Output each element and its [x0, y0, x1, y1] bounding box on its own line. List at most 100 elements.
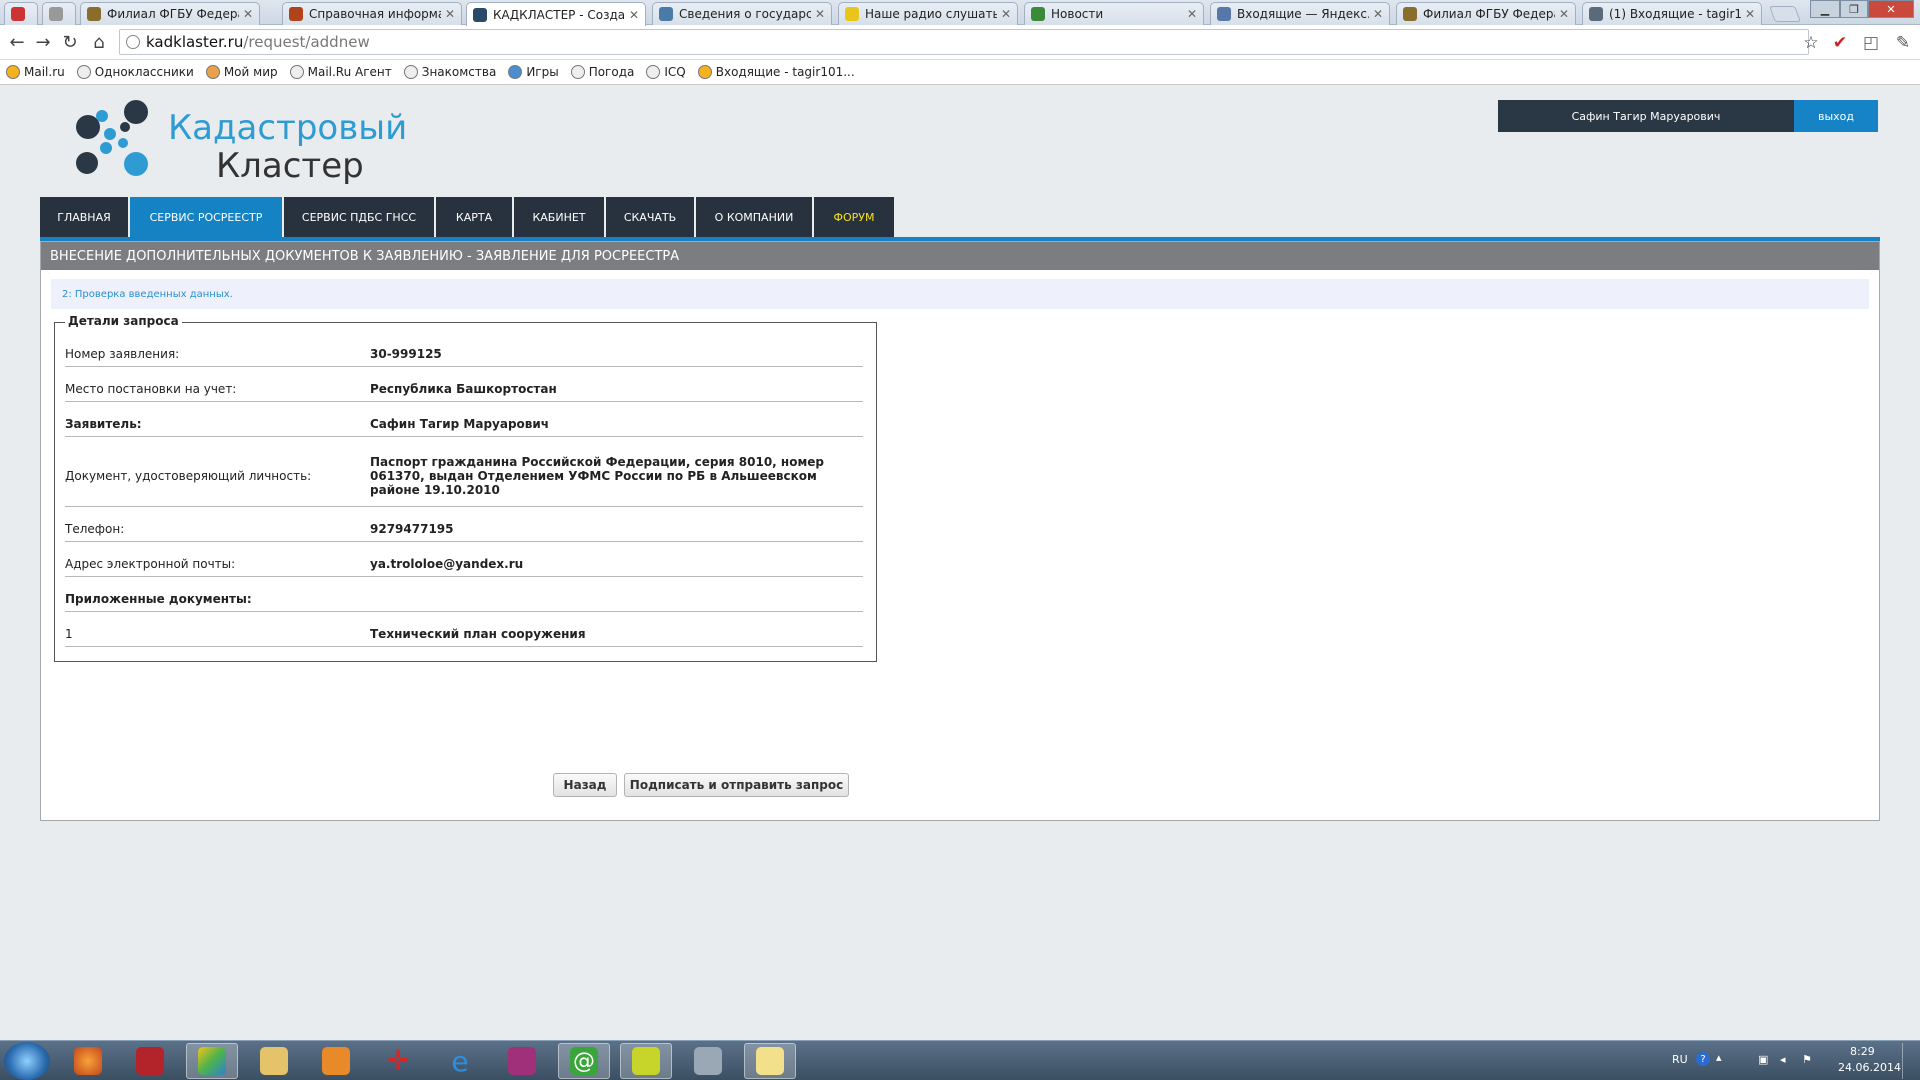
nav-item-about[interactable]: О КОМПАНИИ [696, 197, 812, 241]
sign-and-send-button[interactable]: Подписать и отправить запрос [624, 773, 849, 797]
help-icon[interactable]: ? [1696, 1052, 1710, 1066]
taskbar-item[interactable]: e [434, 1043, 486, 1079]
taskbar-item[interactable] [248, 1043, 300, 1079]
logo-text-line2: Кластер [216, 146, 364, 186]
taskbar-item-active[interactable] [186, 1043, 238, 1079]
firefox-icon [74, 1047, 102, 1075]
maximize-button[interactable]: ❐ [1840, 0, 1868, 18]
folder-icon [260, 1047, 288, 1075]
taskbar-item[interactable]: ✛ [372, 1043, 424, 1079]
taskbar-item[interactable] [310, 1043, 362, 1079]
taskbar-item[interactable] [124, 1043, 176, 1079]
show-desktop-button[interactable] [1902, 1043, 1912, 1079]
taskbar-item[interactable] [62, 1043, 114, 1079]
internet-explorer-icon: e [451, 1044, 469, 1078]
app-icon [632, 1047, 660, 1075]
address-bar[interactable]: kadklaster.ru/request/addnew [119, 29, 1809, 55]
back-arrow-icon[interactable]: ← [6, 31, 28, 53]
back-button[interactable]: Назад [553, 773, 617, 797]
tray-arrow-icon[interactable]: ▴ [1716, 1051, 1722, 1064]
flag-icon[interactable]: ⚑ [1802, 1053, 1812, 1066]
close-icon[interactable]: ✕ [1373, 7, 1383, 21]
bookmark-icon [697, 65, 712, 79]
detail-label: Телефон: [65, 521, 125, 536]
clock-time[interactable]: 8:29 [1850, 1045, 1875, 1058]
browser-tab[interactable]: Сведения о государствен✕ [652, 2, 832, 25]
bookmark-icon [289, 65, 304, 79]
close-icon[interactable]: ✕ [445, 7, 455, 21]
taskbar-item[interactable] [744, 1043, 796, 1079]
bookmark-icon [508, 65, 523, 79]
detail-value: Сафин Тагир Маруарович [370, 416, 550, 431]
language-indicator[interactable]: RU [1672, 1053, 1688, 1066]
browser-tab[interactable]: Справочная информаци✕ [282, 2, 462, 25]
nav-item-home[interactable]: ГЛАВНАЯ [40, 197, 128, 241]
close-icon[interactable]: ✕ [1187, 7, 1197, 21]
user-name[interactable]: Сафин Тагир Маруарович [1498, 100, 1794, 132]
extension-icon[interactable]: ✔ [1829, 32, 1851, 54]
taskbar-item[interactable] [496, 1043, 548, 1079]
logo-dot [96, 110, 108, 122]
close-icon[interactable]: ✕ [1559, 7, 1569, 21]
pdf-icon [136, 1047, 164, 1075]
browser-tab[interactable]: Филиал ФГБУ Федеральн✕ [80, 2, 260, 25]
taskbar-item[interactable] [682, 1043, 734, 1079]
new-tab-button[interactable] [1769, 6, 1801, 22]
nav-item-cabinet[interactable]: КАБИНЕТ [514, 197, 604, 241]
browser-tab-active[interactable]: КАДКЛАСТЕР - Создание✕ [466, 2, 646, 26]
nav-item-map[interactable]: КАРТА [436, 197, 512, 241]
forward-arrow-icon[interactable]: → [32, 31, 54, 53]
browser-tab[interactable]: Филиал ФГБУ Федеральн✕ [1396, 2, 1576, 25]
start-button[interactable] [4, 1042, 50, 1080]
taskbar-item[interactable]: @ [558, 1043, 610, 1079]
bookmark-item[interactable]: ICQ [646, 65, 686, 79]
browser-tab[interactable]: Новости ✕ [1024, 2, 1204, 25]
logout-button[interactable]: выход [1794, 100, 1878, 132]
bookmark-item[interactable]: Mail.ru [6, 65, 65, 79]
reload-icon[interactable]: ↻ [59, 31, 81, 53]
tab-pinned-mail[interactable] [4, 2, 38, 25]
nav-item-download[interactable]: СКАЧАТЬ [606, 197, 694, 241]
clock-date[interactable]: 24.06.2014 [1838, 1061, 1901, 1074]
volume-icon[interactable]: ◂ [1780, 1053, 1786, 1066]
taskbar-item[interactable] [620, 1043, 672, 1079]
close-icon[interactable]: ✕ [629, 8, 639, 22]
detail-row: Заявитель: Сафин Тагир Маруарович [65, 411, 863, 437]
bookmark-item[interactable]: Игры [508, 65, 559, 79]
bookmark-icon [76, 65, 91, 79]
logo-dot [118, 138, 128, 148]
nav-item-rosreestr[interactable]: СЕРВИС РОСРЕЕСТР [130, 197, 282, 241]
browser-tab[interactable]: Наше радио слушать он✕ [838, 2, 1018, 25]
bookmark-item[interactable]: Знакомства [403, 65, 496, 79]
nav-item-forum[interactable]: ФОРУМ [814, 197, 894, 241]
extension-icon[interactable]: ◰ [1860, 32, 1882, 54]
detail-label: Заявитель: [65, 416, 142, 431]
nav-item-pdbs-gnss[interactable]: СЕРВИС ПДБС ГНСС [284, 197, 434, 241]
wrench-icon[interactable]: ✎ [1892, 32, 1914, 54]
close-icon[interactable]: ✕ [243, 7, 253, 21]
close-icon[interactable]: ✕ [815, 7, 825, 21]
bookmark-item[interactable]: Одноклассники [76, 65, 194, 79]
logo-dot [124, 100, 148, 124]
user-panel: Сафин Тагир Маруарович выход [1498, 100, 1878, 132]
close-icon[interactable]: ✕ [1001, 7, 1011, 21]
detail-value: Республика Башкортостан [370, 381, 557, 396]
bookmark-item[interactable]: Mail.Ru Агент [289, 65, 392, 79]
bookmark-item[interactable]: Входящие - tagir101... [697, 65, 855, 79]
bookmark-item[interactable]: Мой мир [205, 65, 278, 79]
star-icon[interactable]: ☆ [1800, 32, 1822, 54]
tab-pinned[interactable] [42, 2, 76, 25]
detail-label: Место постановки на учет: [65, 381, 237, 396]
url-host: kadklaster.ru [146, 33, 244, 51]
detail-value: ya.trololoe@yandex.ru [370, 556, 524, 571]
request-details-fieldset: Детали запроса Номер заявления: 30-99912… [54, 314, 877, 662]
browser-tab[interactable]: (1) Входящие - tagir101@✕ [1582, 2, 1762, 25]
close-icon[interactable]: ✕ [1745, 7, 1755, 21]
home-icon[interactable]: ⌂ [88, 31, 110, 53]
browser-tab[interactable]: Входящие — Яндекс.Поч✕ [1210, 2, 1390, 25]
network-icon[interactable]: ▣ [1758, 1053, 1768, 1066]
close-window-button[interactable]: ✕ [1868, 0, 1914, 18]
site-logo[interactable]: Кадастровый Кластер [76, 100, 426, 186]
bookmark-item[interactable]: Погода [570, 65, 634, 79]
minimize-button[interactable]: ▁ [1810, 0, 1840, 18]
